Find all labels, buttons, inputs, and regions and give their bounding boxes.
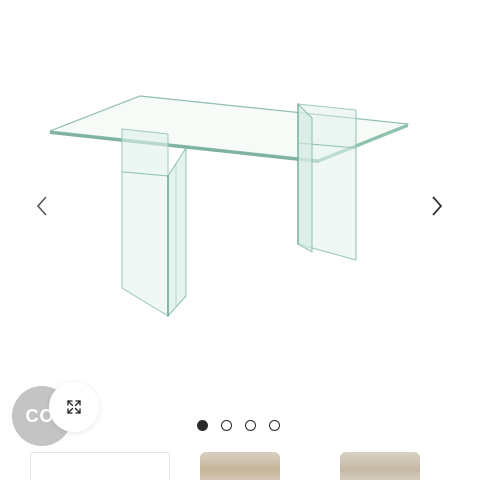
pagination-dot-1[interactable] (197, 420, 208, 431)
pagination-dot-4[interactable] (269, 420, 280, 431)
pagination-dot-2[interactable] (221, 420, 232, 431)
chevron-left-icon (36, 196, 47, 216)
product-gallery: CO (0, 0, 480, 480)
thumbnail-2[interactable] (200, 452, 280, 480)
expand-icon (67, 400, 81, 414)
product-image (49, 95, 409, 317)
pagination-dot-3[interactable] (245, 420, 256, 431)
previous-image-button[interactable] (28, 190, 56, 222)
thumbnail-strip (30, 452, 470, 480)
chevron-right-icon (432, 196, 443, 216)
expand-image-button[interactable] (49, 382, 99, 432)
next-image-button[interactable] (423, 190, 451, 222)
carousel-pagination (197, 420, 280, 431)
thumbnail-3[interactable] (340, 452, 420, 480)
thumbnail-1[interactable] (30, 452, 170, 480)
